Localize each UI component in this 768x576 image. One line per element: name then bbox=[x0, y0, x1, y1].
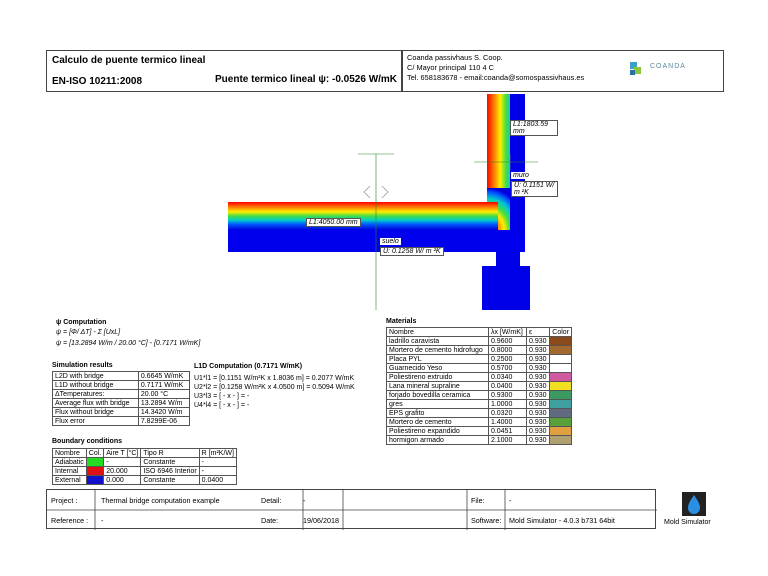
table-row: Lana mineral supraline 0.0400 0.930 bbox=[386, 381, 572, 391]
color-swatch bbox=[549, 408, 572, 418]
project-label: Project : bbox=[51, 496, 78, 505]
color-swatch bbox=[549, 354, 572, 364]
color-swatch bbox=[549, 435, 572, 445]
psi-values: ψ = [13.2894 W/m / 20.00 °C] - [0.7171 W… bbox=[56, 340, 201, 347]
materials-table: Nombre λx [W/mK] ε Color ladrillo caravi… bbox=[386, 327, 572, 445]
table-row: Poliestireno expandido 0.0451 0.930 bbox=[386, 426, 572, 436]
psi-formula: ψ = [Φ/ ΔT] - Σ [UxL] bbox=[56, 329, 121, 336]
reference-value: - bbox=[101, 516, 104, 525]
color-swatch bbox=[549, 336, 572, 346]
table-header-row: Nombre Col. Aire T [°C] Tipo R R [m²K/W] bbox=[52, 448, 237, 458]
brand-label: Mold Simulator bbox=[664, 519, 711, 526]
label-u-muro: U: 0.1151 W/ m ²K bbox=[511, 181, 558, 197]
table-row: forjado bovedilla ceramica 0.9300 0.930 bbox=[386, 390, 572, 400]
standard-label: EN-ISO 10211:2008 bbox=[52, 76, 143, 87]
simulation-heading: Simulation results bbox=[52, 362, 113, 369]
file-value: - bbox=[509, 496, 512, 505]
color-swatch bbox=[549, 381, 572, 391]
table-row: ΔTemperatures: 20.00 °C bbox=[52, 389, 191, 399]
company-name: Coanda passivhaus S. Coop. bbox=[407, 53, 503, 62]
label-l1-wall: L1:1803.59 mm bbox=[510, 120, 558, 136]
color-swatch bbox=[549, 363, 572, 373]
thermal-drawing: L1:1803.59 mm muro U: 0.1151 W/ m ²K L1:… bbox=[228, 92, 558, 310]
page-title: Calculo de puente termico lineal bbox=[52, 55, 206, 66]
table-row: Mortero de cemento hidrofugo 0.8000 0.930 bbox=[386, 345, 572, 355]
color-swatch bbox=[85, 475, 105, 485]
droplet-icon bbox=[682, 492, 706, 516]
table-row: Guarnecido Yeso 0.5700 0.930 bbox=[386, 363, 572, 373]
boundary-table: Nombre Col. Aire T [°C] Tipo R R [m²K/W]… bbox=[52, 448, 237, 485]
software-label: Software: bbox=[471, 516, 502, 525]
psi-heading: ψ Computation bbox=[56, 319, 107, 326]
file-label: File: bbox=[471, 496, 485, 505]
label-u-suelo: U: 0.1258 W/ m ²K bbox=[380, 247, 444, 256]
label-l1-floor: L1:4050.00 mm bbox=[306, 218, 361, 227]
table-row: Placa PYL 0.2500 0.930 bbox=[386, 354, 572, 364]
l1d-line: U3*l3 = [ - x - ] = - bbox=[194, 393, 250, 400]
table-row: Flux error 7.8299E-06 bbox=[52, 416, 191, 426]
detail-value: - bbox=[303, 496, 306, 505]
color-swatch bbox=[549, 390, 572, 400]
color-swatch bbox=[549, 372, 572, 382]
l1d-line: U1*l1 = [0.1151 W/m²K x 1.8036 m] = 0.20… bbox=[194, 375, 355, 382]
company-contact: Tel. 658183678 - email:coanda@somospassi… bbox=[407, 73, 585, 82]
table-row: L2D with bridge 0.6645 W/mK bbox=[52, 371, 191, 381]
color-swatch bbox=[549, 345, 572, 355]
table-row: Flux without bridge 14.3420 W/m bbox=[52, 407, 191, 417]
l1d-heading: L1D Computation (0.7171 W/mK) bbox=[194, 363, 303, 370]
table-header-row: Nombre λx [W/mK] ε Color bbox=[386, 327, 572, 337]
footer-box: Project : Thermal bridge computation exa… bbox=[46, 489, 657, 530]
l1d-lines: U1*l1 = [0.1151 W/m²K x 1.8036 m] = 0.20… bbox=[194, 374, 355, 410]
project-value: Thermal bridge computation example bbox=[101, 496, 220, 505]
color-swatch bbox=[549, 426, 572, 436]
thermal-map bbox=[228, 94, 538, 310]
table-row: Internal 20.000 ISO 6946 Interior - bbox=[52, 466, 237, 476]
reference-label: Reference : bbox=[51, 516, 89, 525]
materials-heading: Materials bbox=[386, 318, 417, 325]
company-info: Coanda passivhaus S. Coop. C/ Mayor prin… bbox=[407, 53, 584, 83]
date-label: Date: bbox=[261, 516, 279, 525]
table-row: Average flux with bridge 13.2894 W/m bbox=[52, 398, 191, 408]
table-row: Mortero de cemento 1.4000 0.930 bbox=[386, 417, 572, 427]
table-row: EPS grafito 0.0320 0.930 bbox=[386, 408, 572, 418]
table-row: hormigon armado 2.1000 0.930 bbox=[386, 435, 572, 445]
color-swatch bbox=[85, 466, 105, 476]
color-swatch bbox=[549, 417, 572, 427]
simulation-table: L2D with bridge 0.6645 W/mK L1D without b… bbox=[52, 371, 191, 426]
company-address: C/ Mayor principal 110 4 C bbox=[407, 63, 494, 72]
table-row: L1D without bridge 0.7171 W/mK bbox=[52, 380, 191, 390]
color-swatch bbox=[549, 399, 572, 409]
software-value: Mold Simulator - 4.0.3 b731 64bit bbox=[509, 516, 615, 525]
logo-text: COANDA bbox=[650, 63, 686, 70]
date-value: 19/06/2018 bbox=[303, 516, 339, 525]
table-row: ladrillo caravista 0.9600 0.930 bbox=[386, 336, 572, 346]
color-swatch bbox=[85, 457, 105, 467]
l1d-line: U4*l4 = [ - x - ] = - bbox=[194, 402, 250, 409]
table-row: gres 1.0000 0.930 bbox=[386, 399, 572, 409]
coanda-logo: COANDA bbox=[628, 58, 688, 78]
label-muro: muro bbox=[511, 172, 531, 179]
psi-result: Puente termico lineal ψ: -0.0526 W/mK bbox=[215, 74, 398, 85]
label-suelo: suelo bbox=[380, 238, 401, 245]
detail-label: Detail: bbox=[261, 496, 282, 505]
table-row: External 0.000 Constante 0.0400 bbox=[52, 475, 237, 485]
l1d-line: U2*l2 = [0.1258 W/m²K x 4.0500 m] = 0.50… bbox=[194, 384, 355, 391]
table-row: Adiabatic - Constante - bbox=[52, 457, 237, 467]
table-row: Poliestireno extruido 0.0340 0.930 bbox=[386, 372, 572, 382]
boundary-heading: Boundary conditions bbox=[52, 438, 122, 445]
